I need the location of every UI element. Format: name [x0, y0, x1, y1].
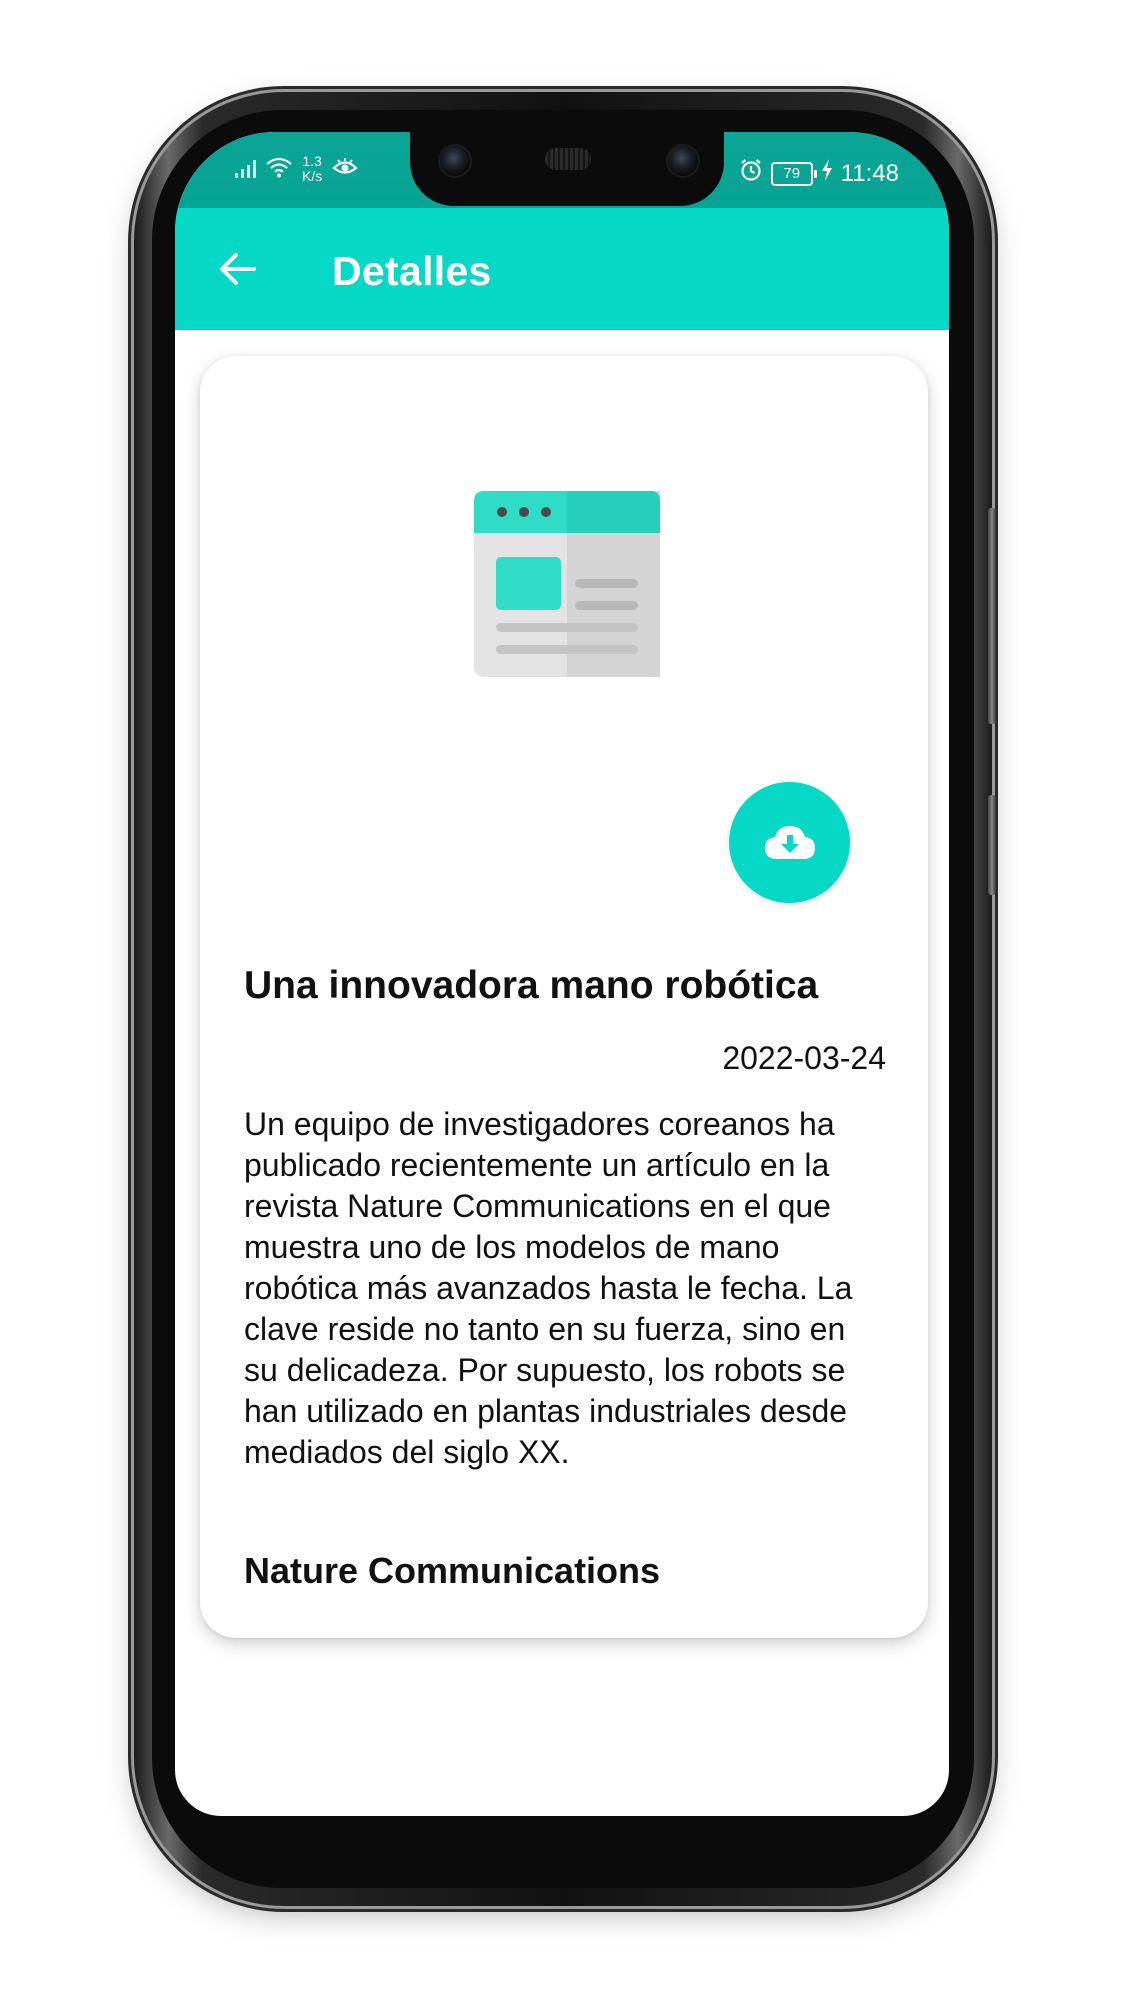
- status-left: 1.3 K/s: [235, 154, 358, 184]
- page-title: Detalles: [332, 248, 492, 294]
- status-right: 79 11:48: [739, 158, 899, 189]
- app-bar: Detalles: [175, 208, 949, 330]
- bottom-bezel: [175, 1834, 949, 1904]
- camera-notch: [410, 132, 724, 206]
- device-mockup: 1.3 K/s 79 11:48 Detalles Una innovadora…: [0, 0, 1126, 1996]
- volume-button: [988, 508, 996, 724]
- net-speed: 1.3 K/s: [302, 154, 322, 184]
- status-time: 11:48: [840, 159, 899, 187]
- alarm-icon: [739, 158, 763, 189]
- web-page-icon: [474, 491, 660, 677]
- signal-icon: [235, 160, 256, 178]
- article-source: Nature Communications: [244, 1550, 661, 1591]
- battery-indicator: 79: [770, 161, 817, 186]
- front-sensor: [666, 144, 700, 178]
- power-button: [988, 795, 996, 895]
- back-button[interactable]: [213, 244, 263, 294]
- download-button[interactable]: [729, 782, 850, 903]
- wifi-icon: [266, 156, 292, 183]
- article-card: Una innovadora mano robótica 2022-03-24 …: [200, 356, 928, 1638]
- earpiece-speaker: [545, 148, 591, 170]
- article-title: Una innovadora mano robótica: [244, 964, 819, 1007]
- bolt-icon: [821, 159, 833, 188]
- front-camera: [438, 144, 472, 178]
- status-bar: 1.3 K/s 79 11:48: [175, 132, 949, 208]
- net-speed-unit: K/s: [302, 168, 323, 184]
- cloud-download-icon: [764, 825, 815, 859]
- net-speed-value: 1.3: [302, 153, 322, 169]
- article-body: Un equipo de investigadores coreanos ha …: [244, 1106, 853, 1470]
- article-date: 2022-03-24: [722, 1040, 886, 1076]
- phone-screen: 1.3 K/s 79 11:48 Detalles Una innovadora…: [175, 132, 949, 1816]
- arrow-left-icon: [220, 253, 256, 285]
- eye-icon: [332, 157, 358, 182]
